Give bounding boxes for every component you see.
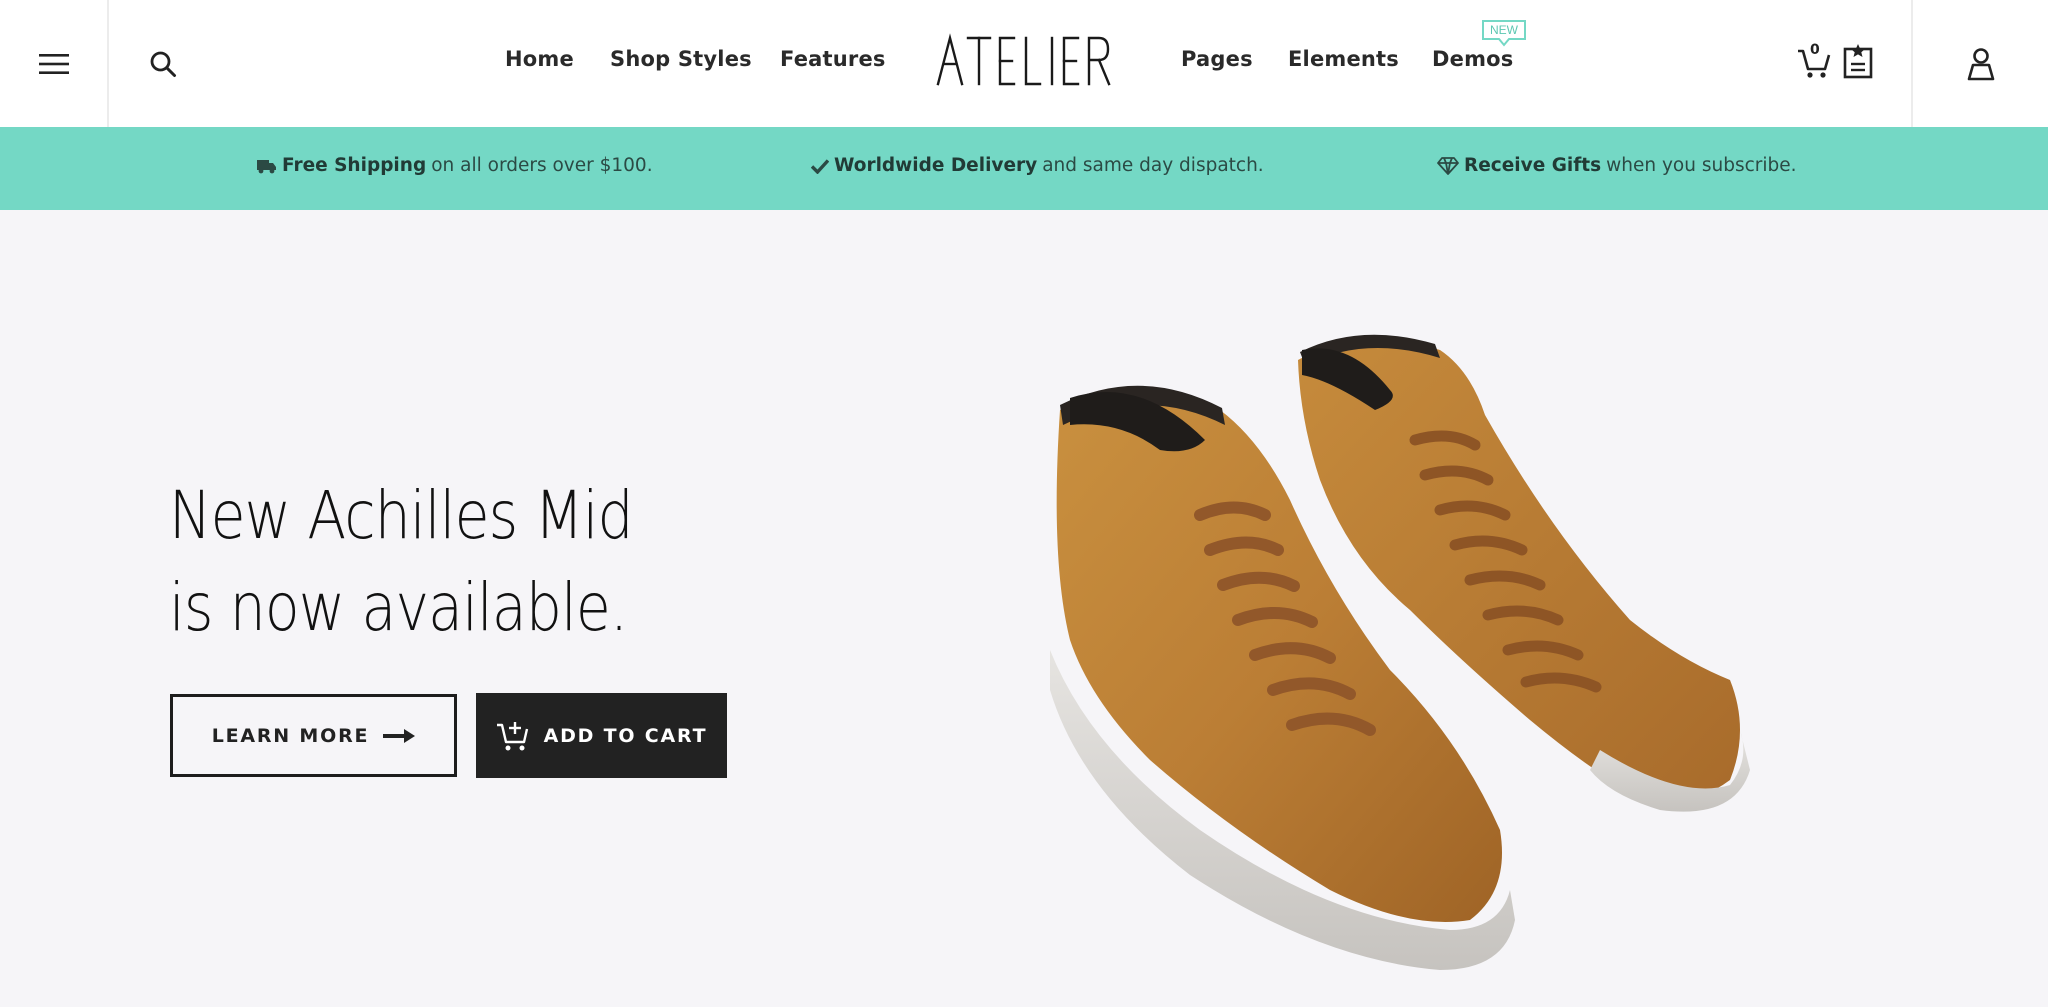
- cart-count: 0: [1810, 42, 1820, 58]
- sneakers-image: [1050, 334, 1750, 970]
- wishlist-icon[interactable]: [1843, 43, 1873, 79]
- hero-title: New Achilles Mid is now available.: [169, 470, 634, 654]
- info-bold: Receive Gifts: [1464, 155, 1602, 176]
- nav-pages[interactable]: Pages: [1181, 47, 1253, 71]
- new-badge: NEW: [1482, 20, 1526, 47]
- info-text: and same day dispatch.: [1042, 155, 1264, 176]
- hamburger-menu-icon: [38, 53, 69, 74]
- add-to-cart-label: ADD TO CART: [543, 724, 708, 747]
- site-header: Home Shop Styles Features Pages Elements: [0, 0, 2048, 127]
- search-icon: [150, 51, 176, 77]
- check-icon: [811, 158, 829, 174]
- new-badge-label: NEW: [1490, 23, 1519, 37]
- add-cart-icon: [496, 721, 528, 750]
- hero-title-line1: New Achilles Mid: [169, 477, 634, 554]
- add-to-cart-button[interactable]: ADD TO CART: [476, 693, 727, 778]
- info-text: on all orders over $100.: [431, 155, 653, 176]
- diamond-icon: [1437, 156, 1459, 175]
- search-button[interactable]: [109, 0, 216, 127]
- menu-button[interactable]: [0, 0, 109, 127]
- nav-elements[interactable]: Elements: [1288, 47, 1399, 71]
- info-bold: Free Shipping: [282, 155, 427, 176]
- hero-title-line2: is now available.: [169, 569, 628, 646]
- learn-more-button[interactable]: LEARN MORE: [170, 694, 457, 777]
- info-free-shipping: Free Shipping on all orders over $100.: [257, 155, 653, 176]
- info-receive-gifts: Receive Gifts when you subscribe.: [1437, 155, 1797, 176]
- nav-home[interactable]: Home: [505, 47, 574, 71]
- atelier-logo[interactable]: [936, 32, 1112, 90]
- learn-more-label: LEARN MORE: [211, 724, 370, 747]
- nav-features[interactable]: Features: [780, 47, 886, 71]
- info-bold: Worldwide Delivery: [834, 155, 1038, 176]
- truck-icon: [257, 158, 277, 174]
- nav-demos[interactable]: Demos: [1432, 47, 1513, 71]
- info-text: when you subscribe.: [1606, 155, 1797, 176]
- info-worldwide-delivery: Worldwide Delivery and same day dispatch…: [811, 155, 1264, 176]
- nav-shop-styles[interactable]: Shop Styles: [610, 47, 752, 71]
- user-icon: [1967, 47, 1994, 80]
- account-button[interactable]: [1911, 0, 2048, 127]
- arrow-right-icon: [383, 728, 416, 743]
